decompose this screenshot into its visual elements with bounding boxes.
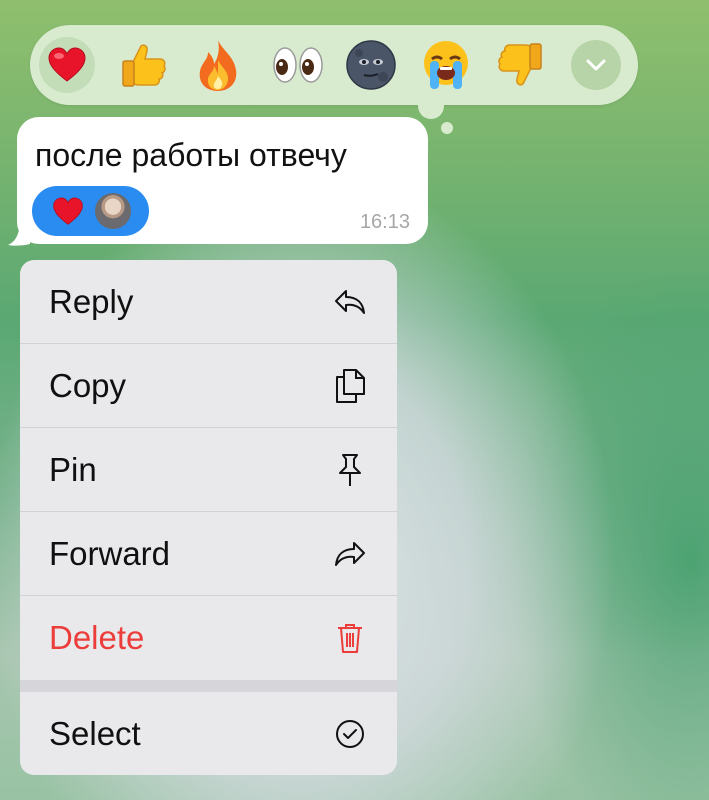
menu-item-pin[interactable]: Pin [20, 428, 397, 512]
menu-group-divider [20, 680, 397, 692]
heart-icon [53, 197, 83, 225]
reaction-thumbs-up[interactable] [116, 37, 172, 93]
message-reaction[interactable] [32, 186, 149, 236]
reaction-loudly-crying-face[interactable] [418, 37, 474, 93]
menu-item-label: Forward [49, 535, 171, 572]
menu-item-reply[interactable]: Reply [20, 260, 397, 344]
menu-item-select[interactable]: Select [20, 692, 397, 775]
message-time: 16:13 [359, 211, 410, 233]
thumbs-up-icon [122, 44, 166, 87]
heart-icon [48, 47, 86, 82]
menu-item-copy[interactable]: Copy [20, 344, 397, 428]
chevron-down-icon [586, 59, 606, 71]
reaction-bar-tail [418, 93, 444, 119]
menu-item-delete[interactable]: Delete [20, 596, 397, 680]
thumbs-down-icon [498, 43, 542, 86]
context-menu: Reply Copy Pin Forward Delete Select [20, 260, 397, 775]
menu-item-forward[interactable]: Forward [20, 512, 397, 596]
reply-icon [333, 285, 367, 319]
menu-item-label: Copy [49, 367, 127, 404]
menu-item-label: Select [49, 715, 141, 752]
reaction-bar [30, 25, 638, 105]
reaction-new-moon-face[interactable] [343, 37, 399, 93]
new-moon-face-icon [346, 40, 396, 90]
trash-icon [333, 621, 367, 655]
pin-icon [333, 453, 367, 487]
expand-reactions-button[interactable] [571, 40, 621, 90]
fire-icon [199, 40, 237, 91]
menu-item-label: Delete [49, 619, 145, 656]
reaction-fire[interactable] [190, 37, 246, 93]
forward-icon [333, 537, 367, 571]
menu-item-label: Pin [49, 451, 97, 488]
eyes-icon [273, 47, 323, 83]
loudly-crying-face-icon [424, 41, 468, 89]
checkmark-circle-icon [333, 717, 367, 751]
message-bubble[interactable]: после работы отвечу 16:13 [17, 117, 428, 244]
avatar [93, 191, 133, 231]
menu-item-label: Reply [49, 283, 134, 320]
message-text: после работы отвечу [35, 137, 347, 173]
copy-icon [333, 369, 367, 403]
reaction-eyes[interactable] [270, 37, 326, 93]
reaction-heart[interactable] [39, 37, 95, 93]
reaction-thumbs-down[interactable] [492, 37, 548, 93]
reaction-bar-tail-dot [441, 122, 453, 134]
